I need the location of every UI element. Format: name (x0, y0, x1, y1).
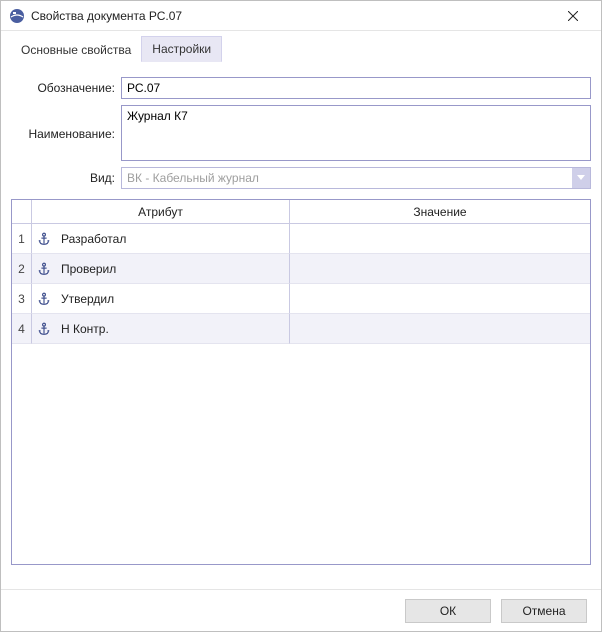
row-number: 4 (12, 314, 32, 344)
row-value[interactable] (290, 284, 590, 314)
anchor-icon (37, 292, 51, 306)
grid-header-value[interactable]: Значение (290, 200, 590, 223)
anchor-icon (37, 322, 51, 336)
designation-label: Обозначение: (11, 81, 121, 95)
row-attribute: Утвердил (56, 284, 290, 314)
table-row[interactable]: 3 Утвердил (12, 284, 590, 314)
designation-input[interactable] (121, 77, 591, 99)
kind-selected-value: ВК - Кабельный журнал (122, 168, 572, 188)
row-attribute: Н Контр. (56, 314, 290, 344)
form-area: Обозначение: Наименование: Вид: ВК - Каб… (11, 77, 591, 189)
row-value[interactable] (290, 314, 590, 344)
table-row[interactable]: 4 Н Контр. (12, 314, 590, 344)
chevron-down-icon (577, 175, 585, 181)
kind-combobox[interactable]: ВК - Кабельный журнал (121, 167, 591, 189)
tab-settings[interactable]: Настройки (141, 36, 222, 62)
row-icon (32, 314, 56, 344)
row-icon (32, 284, 56, 314)
tabs: Основные свойства Настройки (11, 37, 591, 63)
row-number: 3 (12, 284, 32, 314)
anchor-icon (37, 262, 51, 276)
ok-button[interactable]: ОК (405, 599, 491, 623)
attributes-grid: Атрибут Значение 1 Разработал 2 Проверил 3 Ут… (11, 199, 591, 565)
kind-label: Вид: (11, 171, 121, 185)
row-number: 1 (12, 224, 32, 254)
app-icon (9, 8, 25, 24)
row-value[interactable] (290, 224, 590, 254)
grid-header-rownum (12, 200, 32, 223)
tab-main-properties[interactable]: Основные свойства (11, 38, 141, 62)
row-attribute: Проверил (56, 254, 290, 284)
row-value[interactable] (290, 254, 590, 284)
anchor-icon (37, 232, 51, 246)
cancel-button[interactable]: Отмена (501, 599, 587, 623)
kind-dropdown-button[interactable] (572, 168, 590, 188)
table-row[interactable]: 2 Проверил (12, 254, 590, 284)
dialog-footer: ОК Отмена (1, 589, 601, 631)
name-label: Наименование: (11, 127, 121, 141)
close-icon (568, 11, 578, 21)
grid-header-attribute[interactable]: Атрибут (32, 200, 290, 223)
row-icon (32, 254, 56, 284)
row-number: 2 (12, 254, 32, 284)
table-row[interactable]: 1 Разработал (12, 224, 590, 254)
titlebar: Свойства документа РС.07 (1, 1, 601, 31)
row-attribute: Разработал (56, 224, 290, 254)
name-textarea[interactable] (121, 105, 591, 161)
grid-header: Атрибут Значение (12, 200, 590, 224)
close-button[interactable] (553, 2, 593, 30)
row-icon (32, 224, 56, 254)
window-title: Свойства документа РС.07 (31, 9, 553, 23)
